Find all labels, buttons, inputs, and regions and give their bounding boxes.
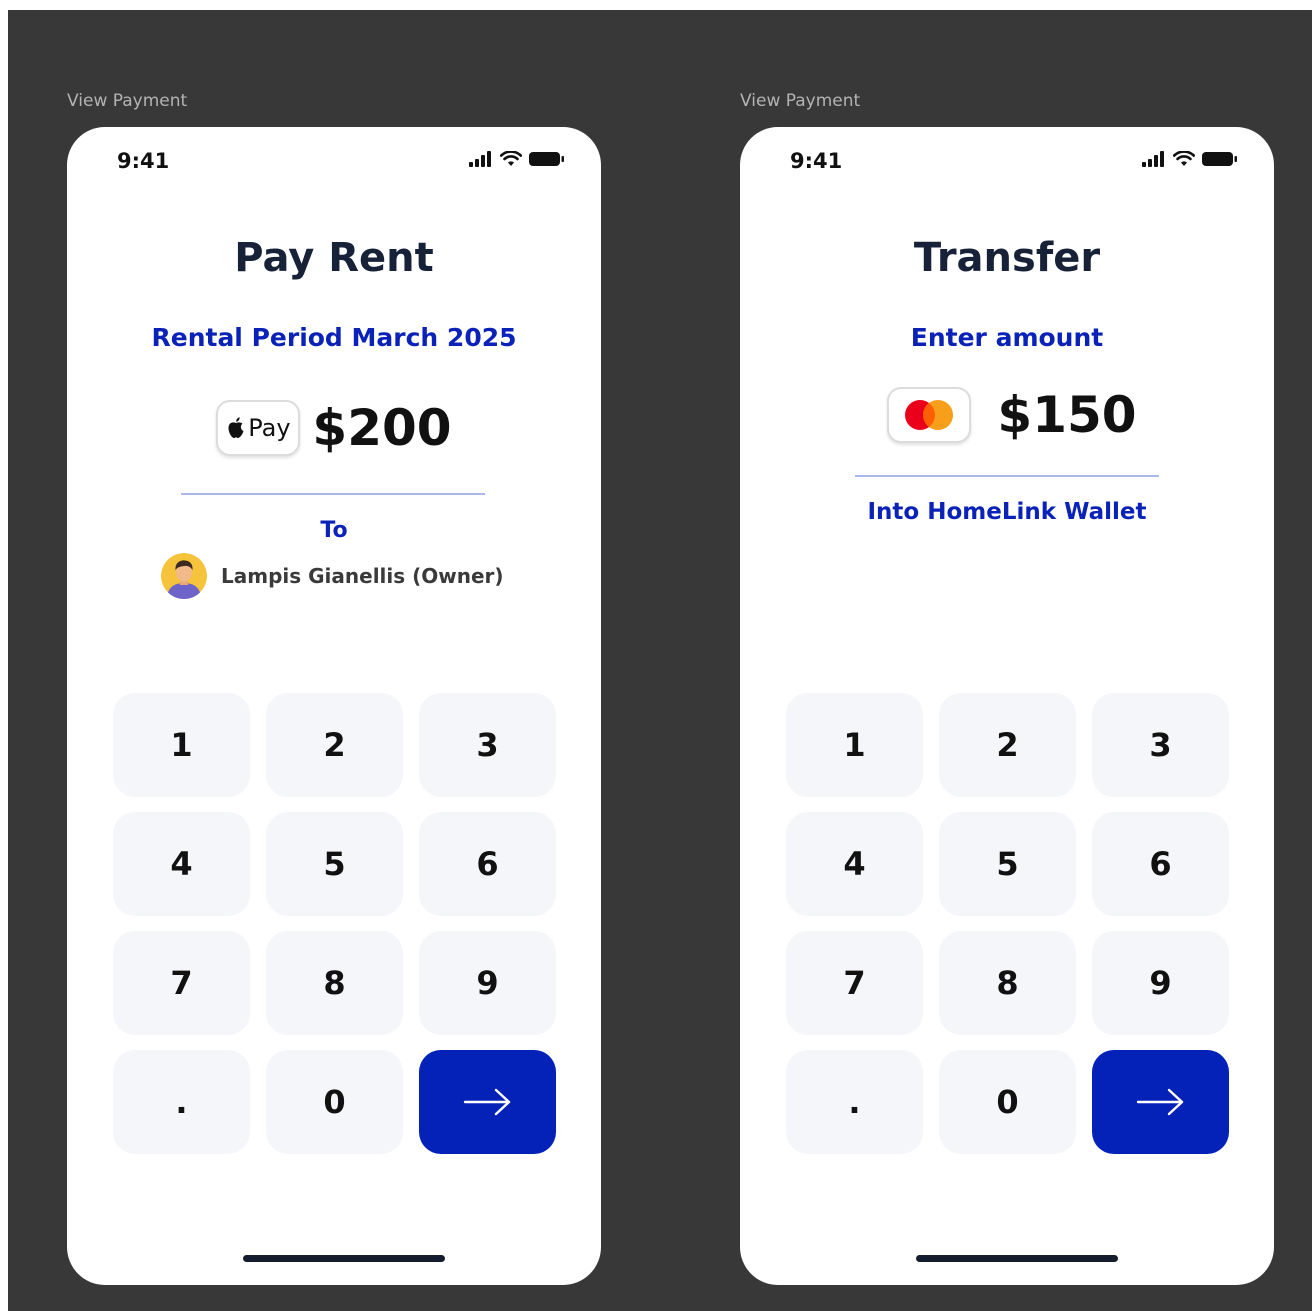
- recipient-name: Lampis Gianellis (Owner): [221, 564, 504, 588]
- amount-display: $200: [312, 399, 452, 457]
- amount-row: $150: [740, 386, 1274, 444]
- key-5[interactable]: 5: [939, 812, 1076, 916]
- mastercard-icon: [905, 400, 954, 430]
- phone-screen-transfer: 9:41 Transfer Enter amount $150 Into Hom…: [740, 127, 1274, 1285]
- key-6[interactable]: 6: [1092, 812, 1229, 916]
- design-canvas: View Payment 9:41 Pay Rent Rental Period…: [8, 10, 1312, 1311]
- submit-button[interactable]: [1092, 1050, 1229, 1154]
- key-7[interactable]: 7: [113, 931, 250, 1035]
- signal-icon: [469, 151, 491, 167]
- key-3[interactable]: 3: [419, 693, 556, 797]
- key-8[interactable]: 8: [266, 931, 403, 1035]
- key-3[interactable]: 3: [1092, 693, 1229, 797]
- key-9[interactable]: 9: [419, 931, 556, 1035]
- key-1[interactable]: 1: [113, 693, 250, 797]
- amount-divider: [855, 475, 1159, 477]
- key-9[interactable]: 9: [1092, 931, 1229, 1035]
- status-icons: [469, 151, 565, 167]
- wifi-icon: [500, 151, 522, 166]
- destination-label: Into HomeLink Wallet: [867, 499, 1147, 525]
- submit-button[interactable]: [419, 1050, 556, 1154]
- keypad: 1 2 3 4 5 6 7 8 9 . 0: [786, 693, 1229, 1154]
- home-indicator[interactable]: [916, 1255, 1118, 1262]
- recipient: Lampis Gianellis (Owner): [161, 553, 504, 599]
- apple-pay-badge[interactable]: Pay: [216, 400, 301, 456]
- frame-label: View Payment: [67, 91, 188, 111]
- key-decimal[interactable]: .: [113, 1050, 250, 1154]
- key-decimal[interactable]: .: [786, 1050, 923, 1154]
- home-indicator[interactable]: [243, 1255, 445, 1262]
- frame-label: View Payment: [740, 91, 861, 111]
- wifi-icon: [1173, 151, 1195, 166]
- amount-divider: [181, 493, 485, 495]
- key-4[interactable]: 4: [786, 812, 923, 916]
- payment-method-label: Pay: [248, 414, 291, 442]
- page-title: Transfer: [913, 235, 1101, 281]
- mastercard-badge[interactable]: [887, 387, 972, 443]
- key-5[interactable]: 5: [266, 812, 403, 916]
- status-time: 9:41: [790, 149, 843, 173]
- battery-icon: [529, 152, 564, 166]
- enter-amount-label: Enter amount: [910, 323, 1104, 352]
- key-7[interactable]: 7: [786, 931, 923, 1035]
- apple-icon: [228, 417, 244, 438]
- arrow-right-icon: [1136, 1088, 1183, 1116]
- signal-icon: [1142, 151, 1164, 167]
- page-title: Pay Rent: [234, 235, 434, 281]
- keypad: 1 2 3 4 5 6 7 8 9 . 0: [113, 693, 556, 1154]
- key-0[interactable]: 0: [266, 1050, 403, 1154]
- key-2[interactable]: 2: [939, 693, 1076, 797]
- key-8[interactable]: 8: [939, 931, 1076, 1035]
- phone-screen-pay-rent: 9:41 Pay Rent Rental Period March 2025 P…: [67, 127, 601, 1285]
- avatar: [161, 553, 207, 599]
- arrow-right-icon: [463, 1088, 510, 1116]
- amount-row: Pay $200: [67, 399, 601, 457]
- to-label: To: [320, 518, 348, 543]
- key-0[interactable]: 0: [939, 1050, 1076, 1154]
- key-1[interactable]: 1: [786, 693, 923, 797]
- battery-icon: [1202, 152, 1237, 166]
- amount-display: $150: [997, 386, 1137, 444]
- status-icons: [1142, 151, 1238, 167]
- key-4[interactable]: 4: [113, 812, 250, 916]
- status-time: 9:41: [117, 149, 170, 173]
- rental-period-label: Rental Period March 2025: [151, 323, 517, 352]
- key-6[interactable]: 6: [419, 812, 556, 916]
- key-2[interactable]: 2: [266, 693, 403, 797]
